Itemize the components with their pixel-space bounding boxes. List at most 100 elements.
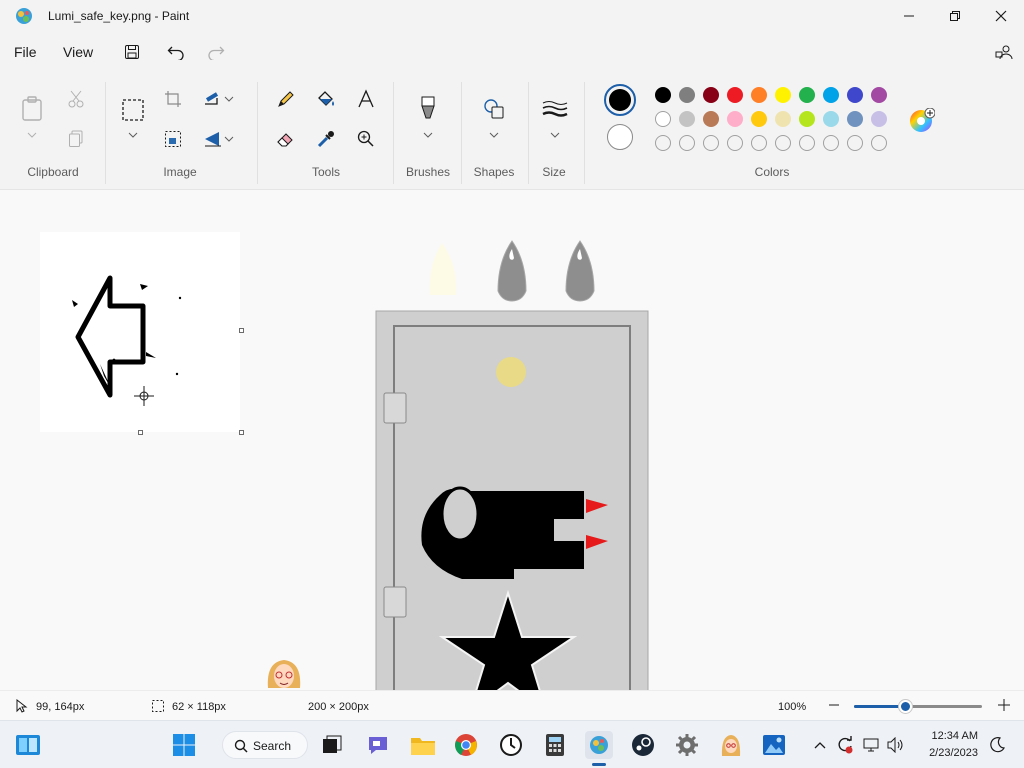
custom-color-slot[interactable] — [679, 135, 695, 151]
selection-size: 62 × 118px — [172, 701, 226, 713]
color-swatch[interactable] — [679, 111, 695, 127]
color-swatch[interactable] — [727, 87, 743, 103]
minimize-button[interactable] — [886, 0, 932, 32]
character-avatar-image — [267, 660, 301, 688]
clock-app-button[interactable] — [497, 731, 525, 759]
size-label: Size — [542, 165, 566, 179]
chrome-button[interactable] — [452, 731, 480, 759]
tray-update-button[interactable] — [834, 731, 856, 759]
select-dropdown[interactable] — [118, 120, 148, 150]
custom-color-slot[interactable] — [727, 135, 743, 151]
color-swatch[interactable] — [847, 87, 863, 103]
color-swatch[interactable] — [775, 111, 791, 127]
color-swatch[interactable] — [871, 87, 887, 103]
color-swatch[interactable] — [799, 87, 815, 103]
custom-color-slot[interactable] — [751, 135, 767, 151]
task-view-button[interactable] — [318, 731, 346, 759]
paint-taskbar-button[interactable] — [585, 731, 613, 759]
drawing-canvas[interactable] — [40, 232, 240, 432]
custom-color-slot[interactable] — [655, 135, 671, 151]
teams-chat-button[interactable] — [364, 731, 392, 759]
custom-color-slot[interactable] — [823, 135, 839, 151]
calculator-button[interactable] — [541, 731, 569, 759]
volume-button[interactable] — [885, 731, 907, 759]
color-wheel-icon — [910, 107, 936, 132]
shapes-dropdown[interactable] — [479, 120, 509, 150]
network-button[interactable] — [861, 731, 883, 759]
color-swatch[interactable] — [799, 111, 815, 127]
pencil-button[interactable] — [271, 84, 301, 114]
color-swatch[interactable] — [655, 111, 671, 127]
close-button[interactable] — [978, 0, 1024, 32]
paint-app-icon — [16, 8, 32, 24]
brushes-dropdown[interactable] — [413, 120, 443, 150]
eraser-icon — [277, 133, 293, 147]
color-swatch[interactable] — [847, 111, 863, 127]
chat-icon — [369, 737, 387, 754]
start-button[interactable] — [170, 731, 198, 759]
show-hidden-icons-button[interactable] — [810, 731, 830, 759]
fill-button[interactable] — [311, 84, 341, 114]
color-swatch[interactable] — [727, 111, 743, 127]
color-swatch[interactable] — [775, 87, 791, 103]
edit-colors-button[interactable] — [909, 107, 936, 134]
color-swatch[interactable] — [703, 87, 719, 103]
share-button[interactable] — [990, 40, 1018, 64]
undo-button[interactable] — [162, 40, 190, 64]
color-picker-button[interactable] — [311, 124, 341, 154]
color-swatch[interactable] — [751, 87, 767, 103]
focus-assist-button[interactable] — [986, 731, 1008, 759]
paste-dropdown[interactable] — [17, 120, 47, 150]
primary-color-button[interactable] — [604, 84, 636, 116]
eyedropper-icon — [317, 131, 334, 148]
resize-handle-corner[interactable] — [239, 430, 244, 435]
color-swatch[interactable] — [871, 111, 887, 127]
steam-button[interactable] — [629, 731, 657, 759]
clock-date[interactable]: 2/23/2023 — [914, 747, 978, 759]
eraser-button[interactable] — [271, 124, 301, 154]
resize-handle-right[interactable] — [239, 328, 244, 333]
color-swatch[interactable] — [655, 87, 671, 103]
color-swatch[interactable] — [823, 87, 839, 103]
text-button[interactable] — [351, 84, 381, 114]
file-explorer-button[interactable] — [409, 731, 437, 759]
zoom-in-button[interactable] — [996, 697, 1012, 713]
custom-color-slot[interactable] — [847, 135, 863, 151]
refresh-alert-icon — [838, 736, 853, 754]
zoom-icon — [357, 130, 374, 147]
custom-color-slot[interactable] — [703, 135, 719, 151]
secondary-color-button[interactable] — [607, 124, 633, 150]
widgets-button[interactable] — [14, 731, 42, 759]
crop-button[interactable] — [158, 84, 188, 114]
avatar-app-button[interactable] — [717, 731, 745, 759]
photos-button[interactable] — [760, 731, 788, 759]
zoom-slider[interactable] — [854, 700, 982, 713]
save-button[interactable] — [118, 40, 146, 64]
color-swatch[interactable] — [823, 111, 839, 127]
rotate-dropdown[interactable] — [220, 84, 238, 114]
size-dropdown[interactable] — [540, 120, 570, 150]
settings-button[interactable] — [673, 731, 701, 759]
custom-color-slot[interactable] — [871, 135, 887, 151]
redo-button[interactable] — [202, 40, 230, 64]
view-menu[interactable]: View — [63, 44, 93, 60]
color-swatch[interactable] — [703, 111, 719, 127]
flip-dropdown[interactable] — [220, 124, 238, 154]
zoom-out-button[interactable] — [826, 697, 842, 713]
color-swatch[interactable] — [751, 111, 767, 127]
clock-time[interactable]: 12:34 AM — [914, 730, 978, 742]
zoom-slider-thumb[interactable] — [899, 700, 913, 713]
cut-button[interactable] — [61, 84, 91, 114]
file-menu[interactable]: File — [14, 44, 37, 60]
maximize-button[interactable] — [932, 0, 978, 32]
search-box[interactable]: Search — [222, 731, 308, 759]
resize-button[interactable] — [158, 124, 188, 154]
custom-color-slot[interactable] — [799, 135, 815, 151]
magnifier-button[interactable] — [351, 124, 381, 154]
resize-icon — [165, 131, 181, 147]
scissors-icon — [68, 90, 84, 108]
color-swatch[interactable] — [679, 87, 695, 103]
resize-handle-bottom[interactable] — [138, 430, 143, 435]
custom-color-slot[interactable] — [775, 135, 791, 151]
copy-button[interactable] — [61, 124, 91, 154]
